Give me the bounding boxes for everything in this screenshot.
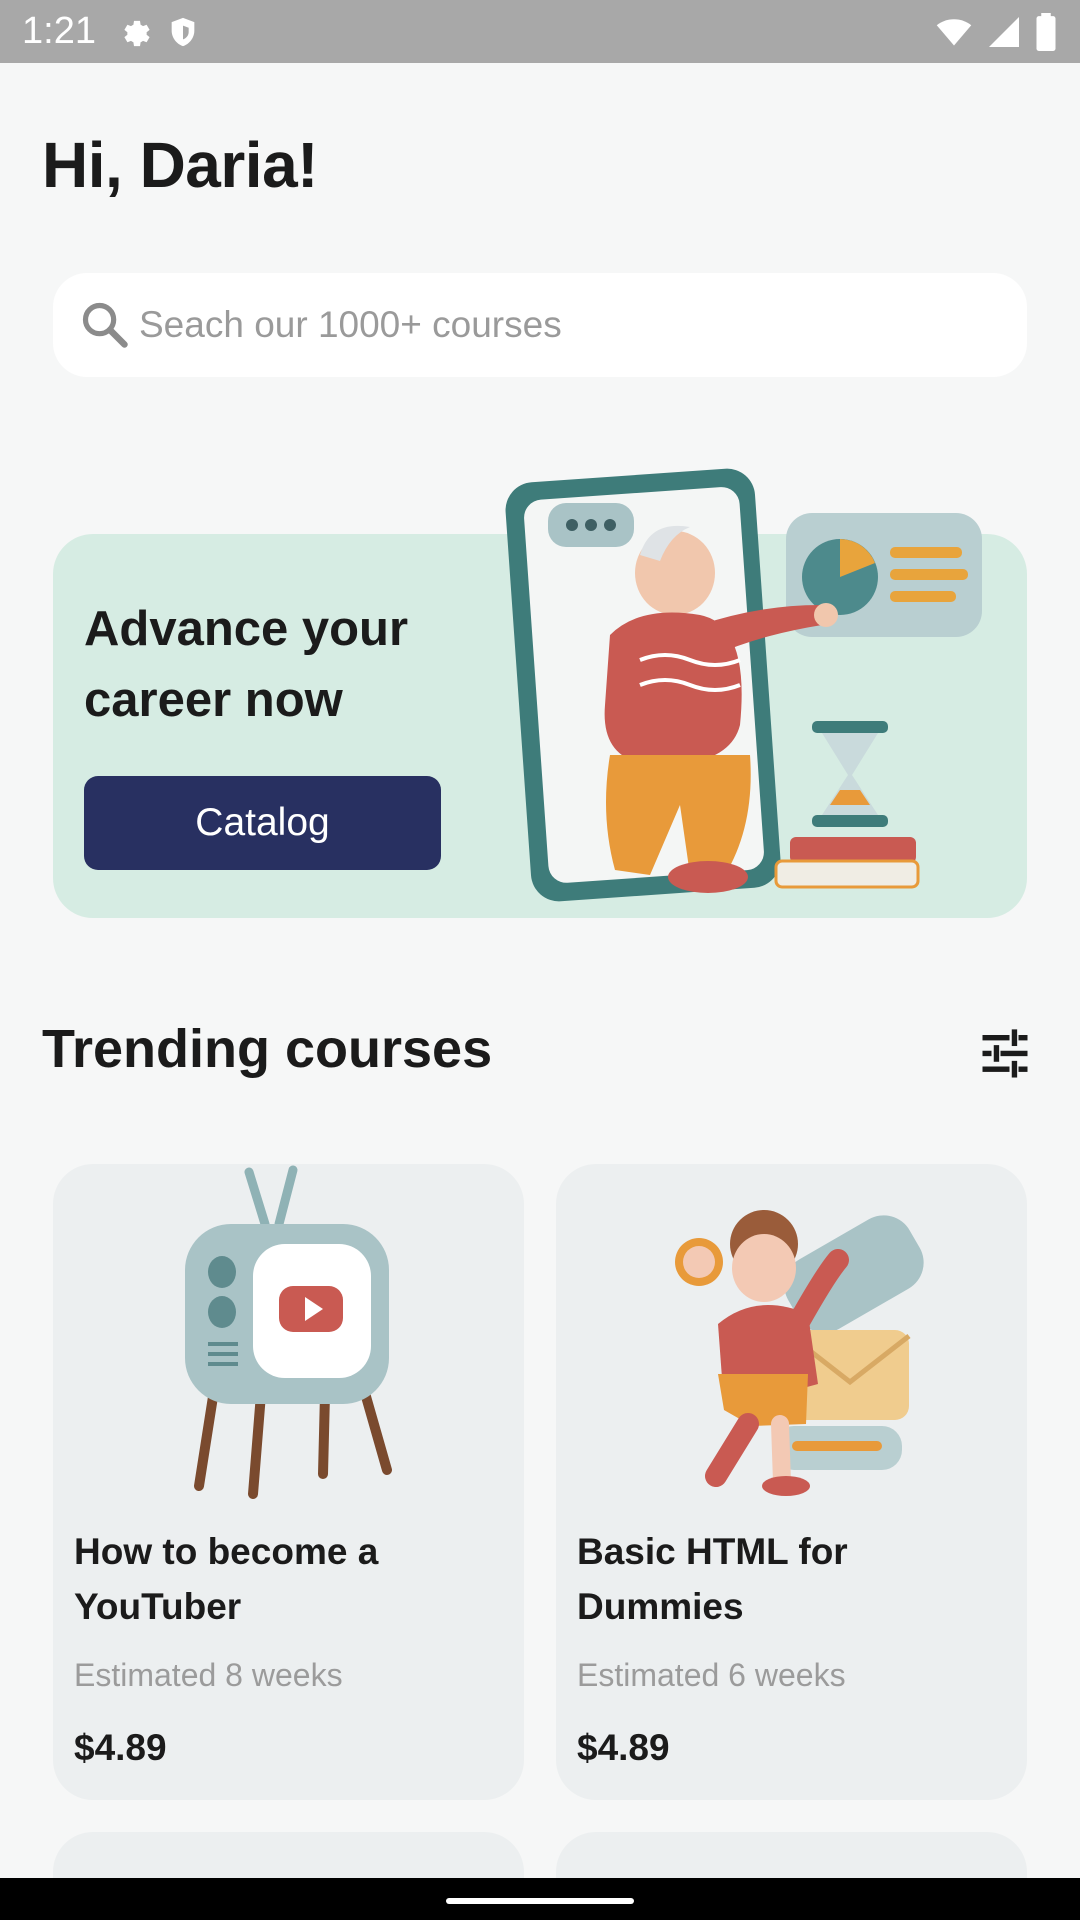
wifi-icon [936, 18, 972, 45]
section-title-trending: Trending courses [42, 1019, 493, 1079]
filter-button[interactable] [975, 1024, 1035, 1084]
greeting-title: Hi, Daria! [42, 129, 318, 201]
course-card[interactable]: How to become a YouTuber Estimated 8 wee… [53, 1164, 524, 1800]
promo-title: Advance your career now [84, 602, 409, 727]
search-icon [82, 302, 128, 348]
status-time: 1:21 [22, 10, 96, 52]
tv-illustration [185, 1165, 392, 1499]
sliders-icon [982, 1028, 1028, 1078]
course-title: Basic HTML for Dummies [577, 1531, 848, 1627]
status-bar: 1:21 [0, 0, 1080, 63]
home-indicator[interactable] [446, 1898, 634, 1904]
battery-icon [1036, 12, 1056, 51]
search-input[interactable] [139, 304, 999, 346]
course-duration: Estimated 6 weeks [577, 1657, 846, 1693]
course-card[interactable]: Basic HTML for Dummies Estimated 6 weeks… [556, 1164, 1027, 1800]
signal-icon [989, 16, 1019, 47]
catalog-button[interactable]: Catalog [84, 776, 441, 870]
search-bar[interactable] [53, 273, 1027, 377]
course-price: $4.89 [577, 1727, 670, 1768]
course-price: $4.89 [74, 1727, 167, 1768]
coding-illustration [675, 1210, 924, 1496]
course-duration: Estimated 8 weeks [74, 1657, 343, 1693]
course-title: How to become a YouTuber [74, 1531, 379, 1627]
gear-icon [124, 20, 150, 46]
shield-icon [171, 17, 195, 46]
promo-illustration [505, 468, 982, 902]
status-icons-left [116, 14, 200, 50]
status-icons-right [934, 12, 1058, 51]
